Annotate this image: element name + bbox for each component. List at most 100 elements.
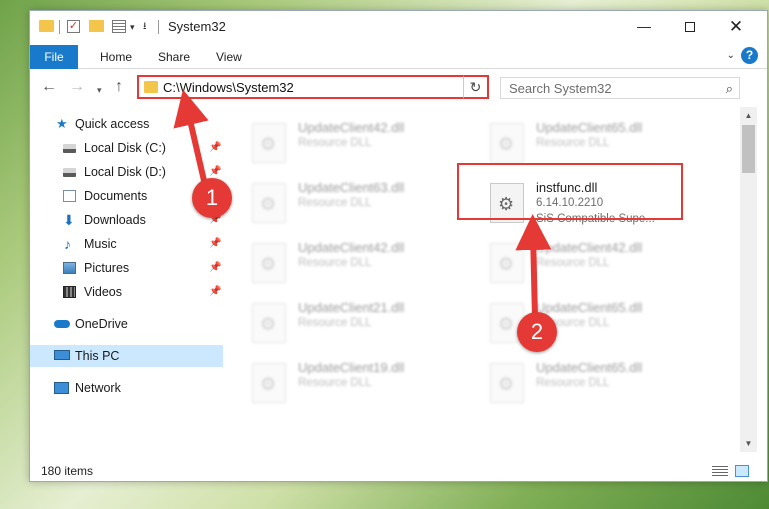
folder-icon[interactable]	[39, 20, 54, 32]
sidebar-item-label: Downloads	[84, 213, 146, 227]
refresh-button[interactable]: ↻	[463, 75, 489, 99]
file-description: Resource DLL	[536, 377, 610, 389]
file-name: UpdateClient21.dll	[298, 300, 405, 315]
file-explorer-window: ✓ ▾ ⭳ System32 — ✕ File Home Share View …	[29, 10, 768, 482]
chevron-down-icon[interactable]: ▾	[130, 20, 135, 34]
sidebar-item-videos[interactable]: Videos 📌	[30, 281, 223, 303]
dll-file-icon	[252, 183, 286, 223]
search-box[interactable]: ⌕	[500, 77, 740, 99]
music-icon: ♪	[64, 236, 71, 252]
search-input[interactable]	[509, 80, 709, 96]
help-icon[interactable]: ?	[741, 47, 758, 64]
sidebar-item-pictures[interactable]: Pictures 📌	[30, 257, 223, 279]
dll-file-icon	[252, 123, 286, 163]
file-description: Resource DLL	[298, 377, 372, 389]
maximize-icon	[685, 22, 695, 33]
scroll-up-icon[interactable]: ▲	[740, 107, 757, 124]
cloud-icon	[54, 320, 70, 328]
dll-file-icon	[490, 243, 524, 283]
network-icon	[54, 382, 69, 394]
properties-check-icon[interactable]: ✓	[67, 20, 80, 33]
sidebar-item-label: Network	[75, 381, 121, 395]
title-bar: ✓ ▾ ⭳ System32 — ✕	[30, 11, 767, 42]
file-description: Resource DLL	[298, 257, 372, 269]
tab-view[interactable]: View	[206, 46, 252, 68]
computer-icon	[54, 350, 70, 360]
sidebar-item-local-disk-d[interactable]: Local Disk (D:) 📌	[30, 161, 223, 183]
back-arrow-icon[interactable]: ←	[41, 79, 57, 95]
close-button[interactable]: ✕	[713, 11, 759, 42]
tab-share[interactable]: Share	[148, 46, 200, 68]
sidebar-item-label: Quick access	[75, 117, 150, 131]
file-item[interactable]: UpdateClient42.dll Resource DLL	[230, 113, 450, 167]
toolbar-separator	[59, 20, 60, 34]
sidebar-item-quick-access[interactable]: ★ Quick access	[30, 113, 223, 135]
properties-icon[interactable]	[112, 20, 126, 33]
file-item[interactable]: UpdateClient65.dll Resource DLL	[468, 293, 688, 347]
sidebar-item-label: Pictures	[84, 261, 130, 275]
sidebar-item-local-disk-c[interactable]: Local Disk (C:) 📌	[30, 137, 223, 159]
forward-arrow-icon[interactable]: →	[69, 79, 85, 95]
ribbon-tabs: File Home Share View ⌄ ?	[30, 42, 767, 69]
maximize-button[interactable]	[667, 11, 713, 42]
step-badge-2: 2	[517, 312, 557, 352]
sidebar-item-label: Documents	[84, 189, 148, 203]
file-item[interactable]: UpdateClient42.dll Resource DLL	[468, 233, 688, 287]
file-item[interactable]: UpdateClient65.dll Resource DLL	[468, 353, 688, 407]
search-icon[interactable]: ⌕	[726, 81, 733, 97]
sidebar-item-this-pc[interactable]: This PC	[30, 345, 223, 367]
pin-icon[interactable]: 📌	[209, 281, 221, 303]
up-arrow-icon[interactable]: ↑	[115, 79, 123, 95]
expand-ribbon-icon[interactable]: ⌄	[727, 50, 735, 61]
file-list: UpdateClient42.dll Resource DLL UpdateCl…	[230, 107, 740, 452]
file-item[interactable]: UpdateClient65.dll Resource DLL	[468, 113, 688, 167]
large-icons-view-icon[interactable]	[735, 465, 749, 477]
tab-home[interactable]: Home	[90, 46, 142, 68]
file-description: Resource DLL	[298, 137, 372, 149]
file-item[interactable]: UpdateClient63.dll Resource DLL	[230, 173, 450, 227]
documents-icon	[63, 190, 76, 202]
file-name: UpdateClient42.dll	[298, 120, 405, 135]
navigation-bar: ← → ▾ ↑ C:\Windows\System32 ⌄ ↻ ⌕	[30, 69, 767, 107]
sidebar-item-music[interactable]: ♪ Music 📌	[30, 233, 223, 255]
address-bar[interactable]: C:\Windows\System32 ⌄	[137, 75, 489, 99]
sidebar-item-label: Local Disk (D:)	[84, 165, 166, 179]
dll-file-icon	[252, 243, 286, 283]
tab-file[interactable]: File	[30, 45, 78, 69]
details-view-icon[interactable]	[712, 466, 728, 477]
window-title: System32	[168, 19, 226, 34]
recent-locations-icon[interactable]: ▾	[97, 82, 102, 98]
new-folder-icon[interactable]	[89, 20, 104, 32]
sidebar-item-network[interactable]: Network	[30, 377, 223, 399]
file-name: UpdateClient42.dll	[298, 240, 405, 255]
item-count: 180 items	[41, 464, 94, 478]
folder-icon	[144, 81, 158, 93]
sidebar-item-label: OneDrive	[75, 317, 128, 331]
sidebar-item-label: This PC	[75, 349, 120, 363]
disk-icon	[63, 144, 76, 153]
highlighted-file-box	[457, 163, 683, 220]
toolbar-separator	[158, 20, 159, 34]
dll-file-icon	[252, 303, 286, 343]
file-description: Resource DLL	[536, 257, 610, 269]
sidebar-item-downloads[interactable]: ⬇ Downloads 📌	[30, 209, 223, 231]
minimize-button[interactable]: —	[621, 11, 667, 42]
sidebar-item-onedrive[interactable]: OneDrive	[30, 313, 223, 335]
pin-icon[interactable]: 📌	[209, 137, 221, 159]
file-name: UpdateClient65.dll	[536, 300, 643, 315]
customize-toolbar-icon[interactable]: ⭳	[143, 20, 147, 34]
pin-icon[interactable]: 📌	[209, 257, 221, 279]
scroll-down-icon[interactable]: ▼	[740, 435, 757, 452]
sidebar-item-label: Videos	[84, 285, 122, 299]
dll-file-icon	[252, 363, 286, 403]
file-item[interactable]: UpdateClient19.dll Resource DLL	[230, 353, 450, 407]
file-name: UpdateClient19.dll	[298, 360, 405, 375]
scrollbar-thumb[interactable]	[742, 125, 755, 173]
file-item[interactable]: UpdateClient42.dll Resource DLL	[230, 233, 450, 287]
file-name: UpdateClient42.dll	[536, 240, 643, 255]
address-path[interactable]: C:\Windows\System32	[163, 80, 294, 95]
navigation-pane: ★ Quick access Local Disk (C:) 📌 Local D…	[30, 107, 223, 452]
vertical-scrollbar[interactable]: ▲ ▼	[740, 107, 757, 452]
file-item[interactable]: UpdateClient21.dll Resource DLL	[230, 293, 450, 347]
pin-icon[interactable]: 📌	[209, 233, 221, 255]
